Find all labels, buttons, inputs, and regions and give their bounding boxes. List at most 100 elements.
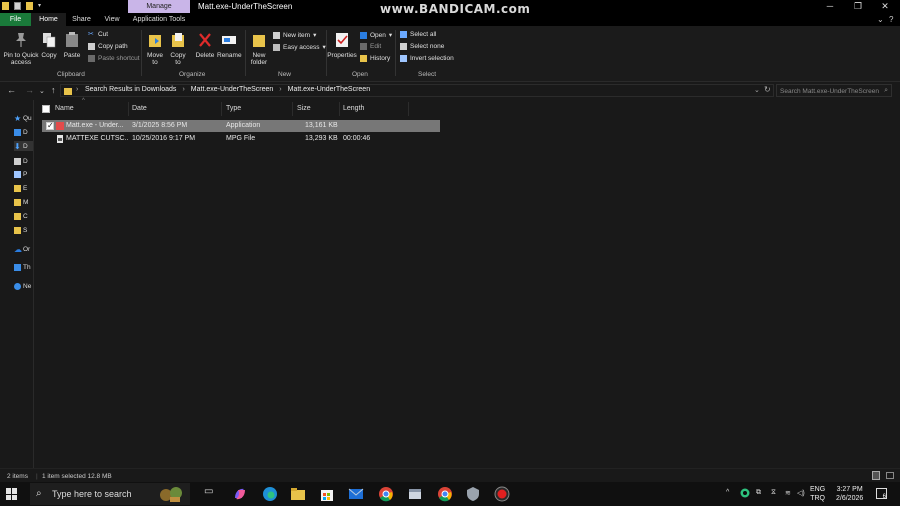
copy-to-button[interactable]: Copy to — [168, 32, 188, 66]
column-header-date[interactable]: Date — [132, 103, 147, 115]
folder-icon[interactable] — [2, 2, 9, 10]
notification-icon[interactable]: 6 — [876, 488, 887, 500]
forward-button[interactable]: → — [25, 85, 34, 95]
column-divider[interactable] — [408, 102, 409, 116]
sidebar-item-downloads[interactable]: ⬇ D — [14, 141, 34, 151]
taskbar-search-input[interactable]: ⌕ Type here to search — [30, 483, 190, 505]
wifi-icon[interactable]: ≋ — [785, 489, 791, 497]
app-window-icon[interactable] — [407, 486, 423, 502]
select-all-button[interactable]: Select all — [400, 31, 436, 38]
new-item-label: New item — [283, 31, 311, 39]
maximize-button[interactable]: ❐ — [844, 0, 872, 13]
close-button[interactable]: ✕ — [871, 0, 899, 13]
breadcrumb-item[interactable]: Search Results in Downloads — [85, 86, 176, 93]
pin-to-quick-access-button[interactable]: Pin to Quick access — [2, 32, 40, 66]
task-view-icon[interactable]: ▭ — [204, 486, 220, 502]
sidebar-item-documents[interactable]: D — [14, 156, 34, 166]
show-hidden-icons-icon[interactable]: ^ — [726, 489, 729, 496]
copilot-icon[interactable] — [232, 486, 248, 502]
sidebar-item-folder[interactable]: S — [14, 225, 34, 235]
new-item-button[interactable]: New item ▾ — [273, 31, 316, 39]
column-divider[interactable] — [339, 102, 340, 116]
sidebar-item-folder[interactable]: E — [14, 183, 34, 193]
tray-app-icon[interactable]: ⧖ — [771, 489, 776, 497]
column-divider[interactable] — [128, 102, 129, 116]
sidebar-item-folder[interactable]: M — [14, 197, 34, 207]
select-none-button[interactable]: Select none — [400, 43, 444, 50]
column-divider[interactable] — [221, 102, 222, 116]
tab-share[interactable]: Share — [66, 13, 97, 26]
new-folder-icon[interactable] — [26, 2, 33, 10]
manage-tab[interactable]: Manage — [128, 0, 190, 13]
chrome-icon[interactable] — [378, 486, 394, 502]
large-icons-view-icon[interactable] — [886, 472, 894, 479]
rename-button[interactable]: Rename — [217, 32, 242, 59]
easy-access-button[interactable]: Easy access ▾ — [273, 43, 326, 51]
sidebar-item-network[interactable]: Ne — [14, 281, 34, 291]
tab-file[interactable]: File — [0, 13, 31, 26]
volume-icon[interactable]: ◁) — [797, 489, 805, 497]
column-header-length[interactable]: Length — [343, 103, 364, 115]
search-input[interactable]: Search Matt.exe-UnderTheScreen ⌕ — [776, 84, 892, 97]
collapse-ribbon-icon[interactable]: ⌄ — [877, 15, 884, 24]
copy-path-button[interactable]: Copy path — [88, 43, 128, 50]
windows-start-icon[interactable] — [6, 488, 18, 500]
chrome-icon[interactable] — [437, 486, 453, 502]
open-button[interactable]: Open ▾ — [360, 31, 392, 39]
move-to-button[interactable]: Move to — [145, 32, 165, 66]
table-row[interactable]: Matt.exe - Under... 3/1/2025 8:56 PM App… — [42, 120, 440, 132]
cut-button[interactable]: ✂ Cut — [88, 31, 108, 38]
paste-shortcut-button[interactable]: Paste shortcut — [88, 55, 140, 62]
help-icon[interactable]: ? — [889, 15, 893, 24]
clock[interactable]: 3:27 PM 2/6/2026 — [836, 485, 863, 503]
properties-button[interactable]: Properties — [327, 32, 357, 59]
table-row[interactable]: MATTEXE CUTSC... 10/25/2016 9:17 PM MPG … — [42, 133, 440, 145]
sidebar-item-this-pc[interactable]: Th — [14, 262, 34, 272]
address-dropdown-icon[interactable]: ⌄ — [754, 86, 760, 94]
paste-button[interactable]: Paste — [62, 32, 82, 59]
scissors-icon: ✂ — [88, 31, 94, 38]
up-button[interactable]: ↑ — [51, 85, 56, 95]
history-button[interactable]: History — [360, 55, 390, 62]
file-explorer-icon[interactable] — [290, 486, 306, 502]
customize-toolbar-icon[interactable]: ▾ — [38, 2, 44, 10]
edge-icon[interactable] — [262, 486, 278, 502]
select-all-checkbox[interactable] — [42, 105, 50, 113]
tray-app-icon[interactable]: ⧉ — [756, 489, 761, 497]
column-divider[interactable] — [292, 102, 293, 116]
edit-button[interactable]: Edit — [360, 43, 381, 50]
store-icon[interactable] — [319, 486, 335, 502]
input-language[interactable]: ENG TRQ — [810, 485, 825, 503]
delete-button[interactable]: Delete — [194, 32, 216, 59]
new-folder-button[interactable]: New folder — [249, 32, 269, 66]
tab-home[interactable]: Home — [31, 13, 66, 26]
sidebar-item-label: S — [23, 226, 28, 234]
details-view-icon[interactable] — [872, 471, 880, 480]
sidebar-item-folder[interactable]: C — [14, 211, 34, 221]
column-header-name[interactable]: Name — [55, 103, 74, 115]
desktop-icon — [14, 128, 21, 136]
column-header-size[interactable]: Size — [297, 103, 311, 115]
recent-locations-chevron-icon[interactable]: ⌄ — [39, 87, 45, 95]
copy-button[interactable]: Copy — [40, 32, 58, 59]
breadcrumb-item[interactable]: Matt.exe-UnderTheScreen — [288, 86, 370, 93]
shield-app-icon[interactable] — [465, 486, 481, 502]
breadcrumb-item[interactable]: Matt.exe-UnderTheScreen — [191, 86, 273, 93]
tab-view[interactable]: View — [97, 13, 127, 26]
column-header-type[interactable]: Type — [226, 103, 241, 115]
sidebar-item-onedrive[interactable]: ☁ Or — [14, 244, 34, 254]
status-indicator-icon[interactable] — [740, 488, 750, 498]
properties-icon[interactable] — [14, 2, 21, 10]
bandicam-record-icon[interactable] — [494, 486, 510, 502]
mail-icon[interactable] — [348, 486, 364, 502]
minimize-button[interactable]: ─ — [816, 0, 844, 13]
invert-selection-button[interactable]: Invert selection — [400, 55, 454, 62]
back-button[interactable]: ← — [7, 85, 16, 95]
sidebar-item-desktop[interactable]: D — [14, 127, 34, 137]
tab-application-tools[interactable]: Application Tools — [127, 13, 191, 26]
search-highlight-icon[interactable] — [158, 485, 186, 503]
row-checkbox[interactable] — [46, 120, 54, 132]
sidebar-item-pictures[interactable]: P — [14, 169, 34, 179]
sidebar-item-quick-access[interactable]: ★ Qu — [14, 113, 34, 123]
refresh-icon[interactable]: ↻ — [764, 85, 771, 94]
